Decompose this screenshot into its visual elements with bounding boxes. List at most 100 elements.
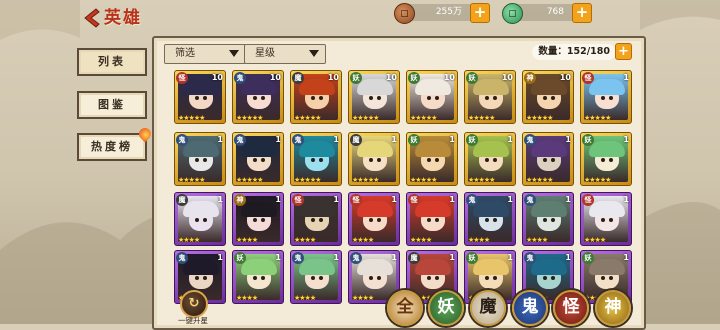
hero-card[interactable]: 妖 10 ★★★★★ xyxy=(464,70,516,124)
chevron-down-icon xyxy=(309,50,319,57)
expand-capacity-button[interactable]: + xyxy=(615,43,632,60)
faction-filter-gui[interactable]: 鬼 xyxy=(512,290,548,326)
hero-card[interactable]: 鬼 1 ★★★★★ xyxy=(290,132,342,186)
faction-filter-guai[interactable]: 怪 xyxy=(553,290,589,326)
hero-level: 1 xyxy=(333,195,339,204)
hero-stars: ★★★★★ xyxy=(178,114,205,122)
hero-card[interactable]: 神 1 ★★★★ xyxy=(232,192,284,246)
faction-filter-shen[interactable]: 神 xyxy=(595,290,631,326)
jade-value: 768 xyxy=(546,7,564,17)
hero-level: 1 xyxy=(449,195,455,204)
hero-card[interactable]: 妖 1 ★★★★★ xyxy=(580,132,632,186)
faction-badge: 魔 xyxy=(350,134,362,146)
hero-level: 1 xyxy=(391,253,397,262)
faction-badge: 鬼 xyxy=(350,252,362,264)
hero-level: 1 xyxy=(217,253,223,262)
faction-badge: 妖 xyxy=(582,134,594,146)
hero-level: 1 xyxy=(449,135,455,144)
hero-panel: 筛选 星级 数量：152/180 + 怪 10 ★★★★★ 鬼 10 ★★★★★ 魔 10 ★★… xyxy=(152,36,646,330)
faction-filter-mo[interactable]: 魔 xyxy=(470,290,506,326)
faction-badge: 魔 xyxy=(408,252,420,264)
hero-card[interactable]: 鬼 1 ★★★★★ xyxy=(232,132,284,186)
hero-card[interactable]: 妖 10 ★★★★★ xyxy=(406,70,458,124)
faction-badge: 妖 xyxy=(234,252,246,264)
filter-dropdown[interactable]: 筛选 xyxy=(164,44,246,64)
tab-popularity[interactable]: 热度榜 xyxy=(77,125,154,161)
faction-badge: 怪 xyxy=(582,194,594,206)
star-label: 星级 xyxy=(255,48,275,59)
hero-stars: ★★★★★ xyxy=(294,114,321,122)
hero-card[interactable]: 魔 1 ★★★★ xyxy=(174,192,226,246)
hero-level: 1 xyxy=(217,135,223,144)
faction-filter-all[interactable]: 全 xyxy=(387,290,423,326)
faction-badge: 鬼 xyxy=(524,194,536,206)
tab-list[interactable]: 列表 xyxy=(77,48,147,76)
hero-card[interactable]: 鬼 1 ★★★★ xyxy=(464,192,516,246)
hero-card[interactable]: 魔 1 ★★★★★ xyxy=(348,132,400,186)
one-key-star-up-label: 一键升星 xyxy=(178,316,208,325)
hero-level: 1 xyxy=(507,195,513,204)
star-dropdown[interactable]: 星级 xyxy=(244,44,326,64)
hero-card[interactable]: 鬼 1 ★★★★ xyxy=(522,192,574,246)
faction-badge: 魔 xyxy=(176,194,188,206)
coin-value: 255万 xyxy=(435,7,462,17)
hero-level: 10 xyxy=(327,73,339,82)
coin-icon xyxy=(394,3,415,24)
hero-card[interactable]: 鬼 10 ★★★★★ xyxy=(232,70,284,124)
hero-card[interactable]: 怪 1 ★★★★ xyxy=(348,192,400,246)
faction-filter-yao[interactable]: 妖 xyxy=(428,290,464,326)
hero-stars: ★★★★★ xyxy=(178,176,205,184)
star-up-icon: ↻ xyxy=(180,290,208,318)
jade-counter: 768 + xyxy=(502,3,592,24)
hero-card[interactable]: 妖 1 ★★★★★ xyxy=(406,132,458,186)
hero-level: 1 xyxy=(391,135,397,144)
hero-card[interactable]: 怪 1 ★★★★ xyxy=(290,192,342,246)
hero-card[interactable]: 怪 10 ★★★★★ xyxy=(174,70,226,124)
hero-level: 1 xyxy=(623,195,629,204)
add-jade-button[interactable]: + xyxy=(572,3,592,23)
faction-badge: 怪 xyxy=(292,194,304,206)
hero-level: 1 xyxy=(565,253,571,262)
hero-card[interactable]: 怪 1 ★★★★ xyxy=(580,192,632,246)
hero-card[interactable]: 鬼 1 ★★★★★ xyxy=(522,132,574,186)
faction-badge: 神 xyxy=(234,194,246,206)
hero-stars: ★★★★ xyxy=(236,236,258,244)
hero-grid: 怪 10 ★★★★★ 鬼 10 ★★★★★ 魔 10 ★★★★★ 妖 10 ★★★★★ 妖 10 ★★★★★… xyxy=(160,68,634,322)
hero-card[interactable]: 魔 10 ★★★★★ xyxy=(290,70,342,124)
one-key-star-up-button[interactable]: ↻ 一键升星 xyxy=(170,288,216,325)
add-coins-button[interactable]: + xyxy=(470,3,490,23)
hero-level: 10 xyxy=(559,73,571,82)
hero-stars: ★★★★★ xyxy=(584,176,611,184)
faction-badge: 妖 xyxy=(582,252,594,264)
hero-stars: ★★★★★ xyxy=(468,176,495,184)
faction-badge: 怪 xyxy=(408,194,420,206)
hero-card[interactable]: 怪 1 ★★★★ xyxy=(406,192,458,246)
chevron-down-icon xyxy=(229,50,239,57)
hero-level: 1 xyxy=(217,195,223,204)
hero-stars: ★★★★ xyxy=(410,236,432,244)
hero-stars: ★★★★ xyxy=(294,236,316,244)
coin-counter: 255万 + xyxy=(394,3,490,24)
hero-level: 1 xyxy=(333,135,339,144)
faction-badge: 怪 xyxy=(582,72,594,84)
hero-stars: ★★★★★ xyxy=(584,114,611,122)
hero-card[interactable]: 妖 1 ★★★★★ xyxy=(464,132,516,186)
faction-badge: 鬼 xyxy=(292,134,304,146)
hero-level: 10 xyxy=(501,73,513,82)
hero-stars: ★★★★★ xyxy=(236,176,263,184)
hero-card[interactable]: 怪 1 ★★★★★ xyxy=(580,70,632,124)
hero-card[interactable]: 鬼 1 ★★★★★ xyxy=(174,132,226,186)
faction-badge: 鬼 xyxy=(234,134,246,146)
hero-card[interactable]: 妖 10 ★★★★★ xyxy=(348,70,400,124)
faction-badge: 鬼 xyxy=(524,252,536,264)
hero-stars: ★★★★★ xyxy=(468,114,495,122)
hero-card[interactable]: 妖 1 ★★★★ xyxy=(232,250,284,304)
hero-stars: ★★★★ xyxy=(236,294,258,302)
hero-card[interactable]: 神 10 ★★★★★ xyxy=(522,70,574,124)
hero-card[interactable]: 鬼 1 ★★★★ xyxy=(290,250,342,304)
tab-codex[interactable]: 图鉴 xyxy=(77,91,147,119)
faction-badge: 妖 xyxy=(408,72,420,84)
hero-level: 1 xyxy=(565,135,571,144)
hero-stars: ★★★★ xyxy=(178,236,200,244)
hero-stars: ★★★★ xyxy=(584,236,606,244)
